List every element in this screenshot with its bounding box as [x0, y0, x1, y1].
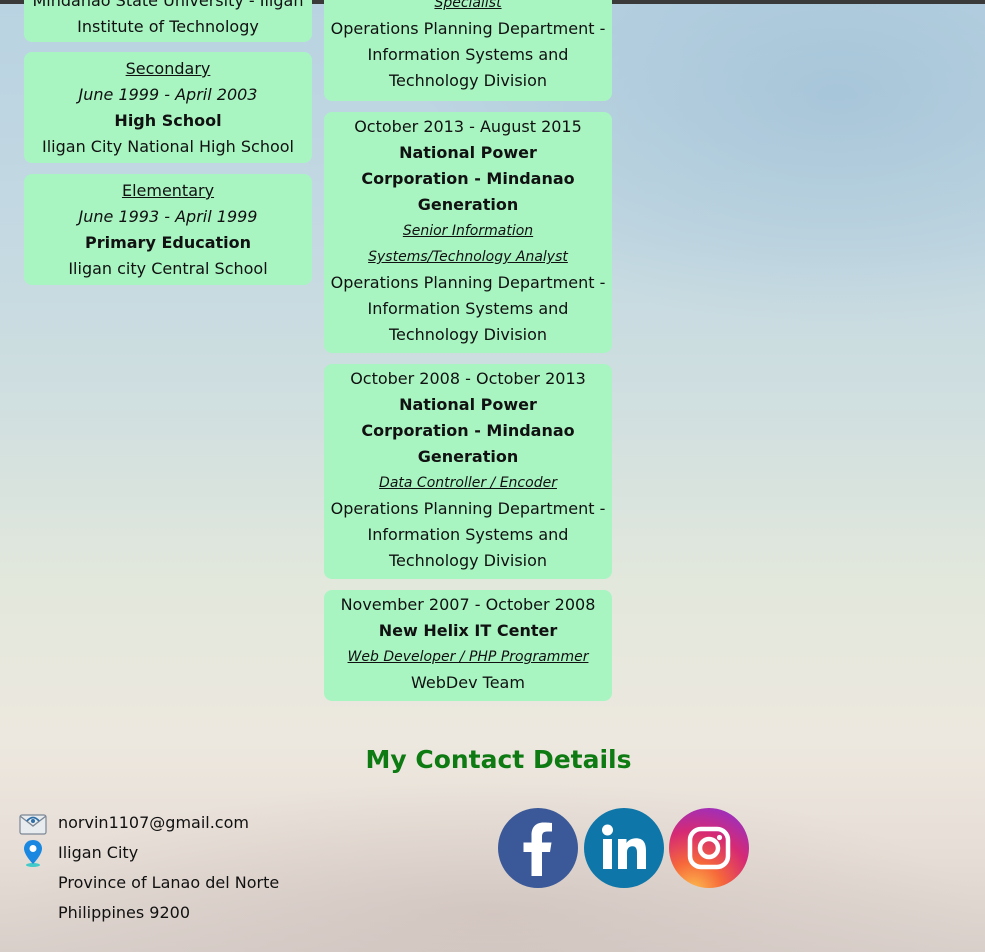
envelope-icon: [18, 808, 48, 838]
education-school: Iligan city Central School: [68, 259, 268, 278]
experience-dept-line: Technology Division: [388, 551, 548, 570]
address-line: Iligan City: [58, 843, 139, 862]
experience-dept-line: Information Systems and: [367, 299, 569, 318]
experience-position: Web Developer / PHP Programmer: [347, 649, 589, 665]
contact-email-link[interactable]: norvin1107@gmail.com: [58, 808, 249, 838]
education-dates: June 1993 - April 1999: [78, 207, 258, 226]
contact-address-row: Iligan City: [18, 838, 138, 868]
education-title: Primary Education: [84, 233, 252, 252]
college-name-line1: Mindanao State University - Iligan: [32, 0, 304, 10]
map-pin-icon: [18, 838, 48, 868]
experience-dept-line: Information Systems and: [367, 45, 569, 64]
education-title: High School: [114, 111, 222, 130]
experience-company: New Helix IT Center: [378, 621, 558, 640]
instagram-icon[interactable]: [669, 808, 749, 888]
experience-position: Specialist: [434, 0, 502, 11]
education-level: Secondary: [125, 59, 211, 78]
education-level: Elementary: [121, 181, 215, 200]
experience-dept-line: Information Systems and: [367, 525, 569, 544]
experience-position: Senior Information: [402, 223, 534, 239]
experience-dept-line: Operations Planning Department -: [330, 19, 606, 38]
experience-company: Corporation - Mindanao: [361, 421, 575, 440]
education-card-secondary: Secondary June 1999 - April 2003 High Sc…: [24, 52, 312, 163]
contact-address-row-3: Philippines 9200: [58, 898, 190, 928]
experience-company: Generation: [417, 195, 519, 214]
education-dates: June 1999 - April 2003: [78, 85, 258, 104]
facebook-icon[interactable]: [498, 808, 578, 888]
experience-dept: WebDev Team: [411, 673, 525, 692]
experience-position: Data Controller / Encoder: [379, 475, 557, 491]
experience-dept-line: Technology Division: [388, 325, 548, 344]
experience-dept-line: Technology Division: [388, 71, 548, 90]
experience-company: Corporation - Mindanao: [361, 169, 575, 188]
experience-card-1: October 2013 - August 2015 National Powe…: [324, 112, 612, 353]
experience-company: National Power: [399, 395, 537, 414]
education-school: Iligan City National High School: [42, 137, 294, 156]
experience-position: Systems/Technology Analyst: [368, 249, 568, 265]
experience-dept-line: Operations Planning Department -: [330, 273, 606, 292]
contact-section-title: My Contact Details: [365, 745, 632, 774]
contact-address-row-2: Province of Lanao del Norte: [58, 868, 279, 898]
experience-dept-line: Operations Planning Department -: [330, 499, 606, 518]
experience-card-2: October 2008 - October 2013 National Pow…: [324, 364, 612, 579]
experience-dates: October 2008 - October 2013: [350, 369, 586, 388]
experience-card-3: November 2007 - October 2008 New Helix I…: [324, 590, 612, 701]
contact-email-row: norvin1107@gmail.com: [18, 808, 249, 838]
college-name-line2: Institute of Technology: [77, 17, 259, 36]
address-line: Philippines 9200: [58, 903, 191, 922]
education-card-college: Mindanao State University - Iligan Insti…: [24, 0, 312, 42]
experience-card-0: Specialist Operations Planning Departmen…: [324, 0, 612, 101]
linkedin-icon[interactable]: [584, 808, 664, 888]
experience-company: National Power: [399, 143, 537, 162]
experience-dates: November 2007 - October 2008: [340, 595, 596, 614]
address-line: Province of Lanao del Norte: [58, 873, 280, 892]
experience-company: Generation: [417, 447, 519, 466]
education-card-elementary: Elementary June 1993 - April 1999 Primar…: [24, 174, 312, 285]
experience-dates: October 2013 - August 2015: [354, 117, 582, 136]
